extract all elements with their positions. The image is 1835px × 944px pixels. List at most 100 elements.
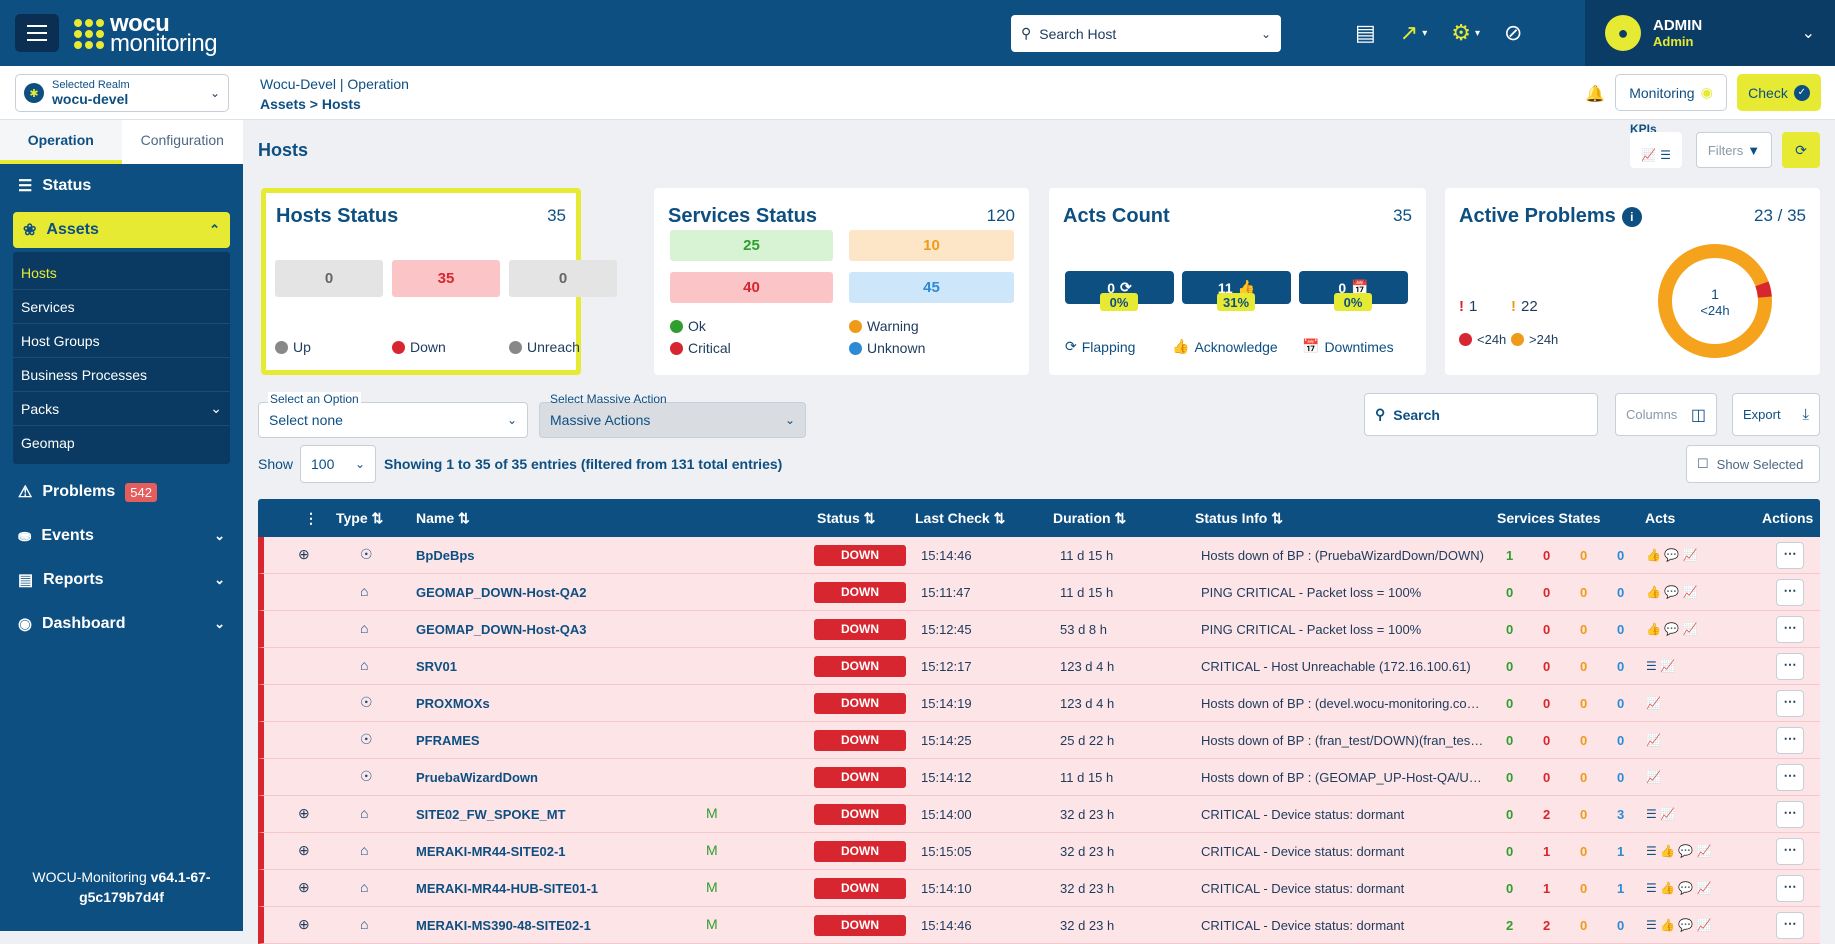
services-warning-count[interactable]: 10 bbox=[849, 230, 1014, 261]
host-name-link[interactable]: PROXMOXs bbox=[416, 696, 490, 711]
expand-icon[interactable]: ⊕ bbox=[298, 805, 310, 822]
refresh-button[interactable]: ⟳ bbox=[1782, 132, 1820, 168]
row-actions-button[interactable]: ⋯ bbox=[1776, 542, 1804, 569]
acts-icons[interactable]: 👍 💬 📈 bbox=[1646, 622, 1698, 636]
service-state-count[interactable]: 0 bbox=[1543, 622, 1550, 637]
services-status-card[interactable]: Services Status 120 25 10 40 45 Ok Warni… bbox=[654, 188, 1029, 375]
service-state-count[interactable]: 0 bbox=[1543, 548, 1550, 563]
show-selected-toggle[interactable]: ☐ Show Selected bbox=[1686, 445, 1820, 483]
acts-count-card[interactable]: Acts Count 35 0 ⟳ 0% 11 👍 31% 0 📅 0% ⟳ Flapp… bbox=[1049, 188, 1426, 375]
sidebar-item-reports[interactable]: ▤ Reports ⌄ bbox=[0, 558, 243, 602]
service-state-count[interactable]: 0 bbox=[1580, 733, 1587, 748]
service-state-count[interactable]: 0 bbox=[1580, 807, 1587, 822]
row-actions-button[interactable]: ⋯ bbox=[1776, 690, 1804, 717]
acts-icons[interactable]: 📈 bbox=[1646, 770, 1661, 784]
service-state-count[interactable]: 0 bbox=[1506, 881, 1513, 896]
bell-icon[interactable]: 🔔 bbox=[1585, 84, 1605, 104]
acts-icons[interactable]: ☰ 👍 💬 📈 bbox=[1646, 881, 1712, 895]
host-name-link[interactable]: PruebaWizardDown bbox=[416, 770, 538, 785]
drag-handle-icon[interactable]: ⋮ bbox=[304, 510, 318, 527]
service-state-count[interactable]: 1 bbox=[1543, 881, 1550, 896]
columns-button[interactable]: Columns ◫ bbox=[1615, 393, 1717, 436]
kpis-toggle[interactable]: 📈 ☰ bbox=[1630, 132, 1682, 168]
gears-icon[interactable]: ⚙ ▾ bbox=[1451, 20, 1480, 46]
service-state-count[interactable]: 0 bbox=[1580, 770, 1587, 785]
massive-action-select[interactable]: Massive Actions ⌄ bbox=[539, 402, 806, 438]
table-row[interactable]: ⌂ SRV01 DOWN 15:12:17 123 d 4 h CRITICAL - Ho… bbox=[258, 648, 1820, 685]
tab-operation[interactable]: Operation bbox=[0, 120, 122, 164]
acts-icons[interactable]: ☰ 📈 bbox=[1646, 807, 1675, 821]
table-search-input[interactable]: ⚲ Search bbox=[1364, 393, 1598, 436]
service-state-count[interactable]: 0 bbox=[1580, 548, 1587, 563]
service-state-count[interactable]: 0 bbox=[1506, 659, 1513, 674]
acts-icons[interactable]: 📈 bbox=[1646, 696, 1661, 710]
service-state-count[interactable]: 0 bbox=[1617, 585, 1624, 600]
services-unknown-count[interactable]: 45 bbox=[849, 272, 1014, 303]
table-row[interactable]: ☉ PROXMOXs DOWN 15:14:19 123 d 4 h Hosts down… bbox=[258, 685, 1820, 722]
expand-icon[interactable]: ⊕ bbox=[298, 546, 310, 563]
acts-icons[interactable]: ☰ 👍 💬 📈 bbox=[1646, 918, 1712, 932]
table-row[interactable]: ⊕ ⌂ MERAKI-MS390-48-SITE02-1 M DOWN 15:14:46 3… bbox=[258, 907, 1820, 944]
info-icon[interactable]: i bbox=[1621, 206, 1642, 227]
table-row[interactable]: ⌂ GEOMAP_DOWN-Host-QA3 DOWN 15:12:45 53 d 8 … bbox=[258, 611, 1820, 648]
services-ok-count[interactable]: 25 bbox=[670, 230, 833, 261]
row-actions-button[interactable]: ⋯ bbox=[1776, 579, 1804, 606]
service-state-count[interactable]: 0 bbox=[1580, 696, 1587, 711]
monitoring-button[interactable]: Monitoring ◉ bbox=[1615, 74, 1727, 111]
col-status-info[interactable]: Status Info ⇅ bbox=[1195, 510, 1283, 527]
disconnect-icon[interactable]: ⊘ bbox=[1504, 20, 1522, 46]
service-state-count[interactable]: 0 bbox=[1580, 881, 1587, 896]
table-row[interactable]: ⌂ GEOMAP_DOWN-Host-QA2 DOWN 15:11:47 11 d 15… bbox=[258, 574, 1820, 611]
host-name-link[interactable]: GEOMAP_DOWN-Host-QA3 bbox=[416, 622, 586, 637]
host-name-link[interactable]: GEOMAP_DOWN-Host-QA2 bbox=[416, 585, 586, 600]
service-state-count[interactable]: 0 bbox=[1617, 696, 1624, 711]
table-row[interactable]: ☉ PruebaWizardDown DOWN 15:14:12 11 d 15 h Ho… bbox=[258, 759, 1820, 796]
hosts-status-card[interactable]: Hosts Status 35 0 35 0 Up Down Unreach bbox=[261, 188, 617, 375]
option-select[interactable]: Select none ⌄ bbox=[258, 402, 528, 438]
acts-icons[interactable]: ☰ 👍 💬 📈 bbox=[1646, 844, 1712, 858]
table-row[interactable]: ⊕ ⌂ MERAKI-MR44-SITE02-1 M DOWN 15:15:05 32 d … bbox=[258, 833, 1820, 870]
host-name-link[interactable]: SRV01 bbox=[416, 659, 457, 674]
service-state-count[interactable]: 0 bbox=[1617, 622, 1624, 637]
sidebar-item-events[interactable]: ⛂ Events ⌄ bbox=[0, 514, 243, 558]
user-menu[interactable]: ● ADMIN Admin ⌄ bbox=[1585, 0, 1835, 66]
acts-icons[interactable]: 👍 💬 📈 bbox=[1646, 548, 1698, 562]
row-actions-button[interactable]: ⋯ bbox=[1776, 616, 1804, 643]
sidebar-item-dashboard[interactable]: ◉ Dashboard ⌄ bbox=[0, 602, 243, 646]
service-state-count[interactable]: 1 bbox=[1506, 548, 1513, 563]
service-state-count[interactable]: 0 bbox=[1506, 733, 1513, 748]
sidebar-item-problems[interactable]: ⚠ Problems 542 bbox=[0, 470, 243, 514]
breadcrumb-realm[interactable]: Wocu-Devel | Operation bbox=[260, 74, 409, 94]
row-actions-button[interactable]: ⋯ bbox=[1776, 764, 1804, 791]
service-state-count[interactable]: 0 bbox=[1543, 770, 1550, 785]
host-name-link[interactable]: MERAKI-MR44-HUB-SITE01-1 bbox=[416, 881, 598, 896]
service-state-count[interactable]: 3 bbox=[1617, 807, 1624, 822]
service-state-count[interactable]: 0 bbox=[1617, 770, 1624, 785]
service-state-count[interactable]: 0 bbox=[1506, 585, 1513, 600]
col-duration[interactable]: Duration ⇅ bbox=[1053, 510, 1126, 527]
host-search-select[interactable]: ⚲ Search Host ⌄ bbox=[1011, 15, 1281, 52]
service-state-count[interactable]: 0 bbox=[1580, 659, 1587, 674]
acts-icons[interactable]: 📈 bbox=[1646, 733, 1661, 747]
col-services-states[interactable]: Services States bbox=[1497, 510, 1601, 526]
service-state-count[interactable]: 0 bbox=[1506, 807, 1513, 822]
expand-icon[interactable]: ⊕ bbox=[298, 842, 310, 859]
acts-icons[interactable]: 👍 💬 📈 bbox=[1646, 585, 1698, 599]
table-row[interactable]: ☉ PFRAMES DOWN 15:14:25 25 d 22 h Hosts down … bbox=[258, 722, 1820, 759]
service-state-count[interactable]: 0 bbox=[1506, 770, 1513, 785]
service-state-count[interactable]: 0 bbox=[1580, 585, 1587, 600]
row-actions-button[interactable]: ⋯ bbox=[1776, 653, 1804, 680]
filters-button[interactable]: Filters ▼ bbox=[1696, 132, 1772, 168]
sidebar-item-geomap[interactable]: Geomap bbox=[13, 426, 230, 460]
menu-toggle-button[interactable] bbox=[15, 14, 59, 52]
service-state-count[interactable]: 0 bbox=[1617, 548, 1624, 563]
table-row[interactable]: ⊕ ⌂ MERAKI-MR44-HUB-SITE01-1 M DOWN 15:14:10 3… bbox=[258, 870, 1820, 907]
sidebar-item-assets[interactable]: ❀ Assets ⌃ bbox=[13, 212, 230, 248]
service-state-count[interactable]: 1 bbox=[1617, 881, 1624, 896]
service-state-count[interactable]: 0 bbox=[1580, 844, 1587, 859]
row-actions-button[interactable]: ⋯ bbox=[1776, 875, 1804, 902]
sidebar-item-host-groups[interactable]: Host Groups bbox=[13, 324, 230, 358]
service-state-count[interactable]: 0 bbox=[1543, 733, 1550, 748]
sidebar-item-business-processes[interactable]: Business Processes bbox=[13, 358, 230, 392]
host-name-link[interactable]: PFRAMES bbox=[416, 733, 480, 748]
